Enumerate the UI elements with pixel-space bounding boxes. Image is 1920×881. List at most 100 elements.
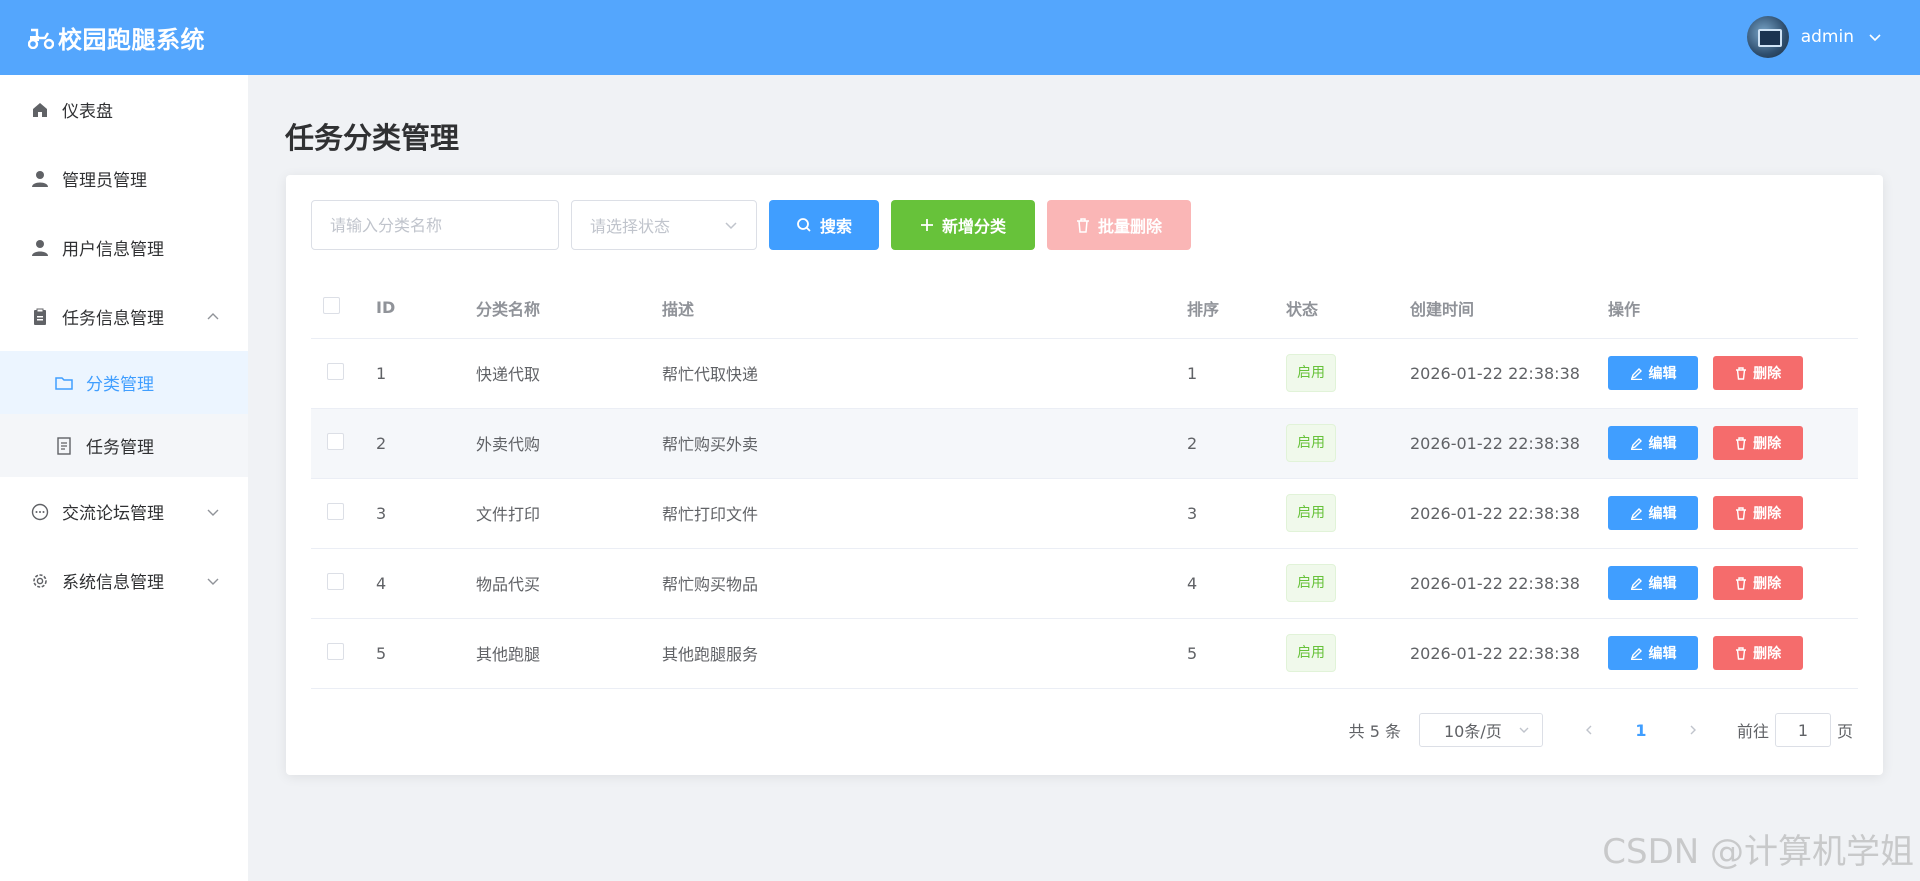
home-icon — [30, 100, 50, 120]
edit-button[interactable]: 编辑 — [1608, 636, 1698, 670]
trash-icon — [1736, 436, 1747, 450]
sidebar-item-forum[interactable]: 交流论坛管理 — [0, 477, 248, 546]
page-size-select[interactable]: 10条/页 — [1418, 713, 1543, 747]
delete-label: 删除 — [1753, 436, 1782, 452]
cell-actions: 编辑 删除 — [1608, 478, 1858, 549]
status-badge: 启用 — [1286, 354, 1336, 392]
page-title: 任务分类管理 — [285, 121, 460, 155]
edit-button[interactable]: 编辑 — [1608, 426, 1698, 460]
document-icon — [54, 436, 74, 456]
category-name-input[interactable] — [311, 200, 559, 250]
row-checkbox[interactable] — [327, 502, 344, 520]
sidebar-item-label: 任务信息管理 — [62, 309, 164, 329]
cell-id: 3 — [376, 478, 476, 549]
col-actions: 操作 — [1608, 278, 1858, 339]
cell-actions: 编辑 删除 — [1608, 408, 1858, 479]
next-page-button[interactable] — [1677, 721, 1709, 740]
delete-label: 删除 — [1753, 646, 1782, 662]
brand[interactable]: 校园跑腿系统 — [28, 20, 205, 55]
edit-icon — [1630, 367, 1642, 380]
sidebar: 仪表盘 管理员管理 用户信息管理 任务信息管理 分类管理 任务管理 交流论坛管理… — [0, 75, 248, 881]
col-created: 创建时间 — [1410, 278, 1608, 339]
status-select-placeholder: 请选择状态 — [590, 217, 671, 236]
sidebar-item-label: 任务管理 — [86, 438, 154, 458]
watermark: CSDN @计算机学姐 — [1602, 832, 1914, 872]
cell-name: 其他跑腿 — [476, 618, 662, 689]
row-checkbox[interactable] — [327, 572, 344, 590]
delete-button[interactable]: 删除 — [1713, 426, 1804, 460]
batch-delete-label: 批量删除 — [1097, 219, 1162, 236]
chevron-down-icon — [1519, 727, 1529, 733]
search-button[interactable]: 搜索 — [769, 200, 879, 250]
cell-name: 外卖代购 — [476, 408, 662, 479]
cell-status: 启用 — [1286, 548, 1410, 619]
delete-label: 删除 — [1753, 576, 1782, 592]
add-category-button[interactable]: 新增分类 — [891, 200, 1035, 250]
status-select[interactable]: 请选择状态 — [571, 200, 757, 250]
app-title: 校园跑腿系统 — [58, 26, 205, 54]
avatar[interactable] — [1746, 16, 1789, 58]
chevron-left-icon — [1585, 725, 1592, 734]
trash-icon — [1736, 646, 1747, 660]
cell-status: 启用 — [1286, 408, 1410, 479]
row-select-cell — [311, 478, 376, 549]
username: admin — [1800, 27, 1854, 47]
cell-desc: 帮忙购买物品 — [662, 548, 1187, 619]
content-card: 请选择状态 搜索 新增分类 批量删除 ID 分类名称 描述 排序 状态 创建时间 — [286, 175, 1883, 775]
delete-button[interactable]: 删除 — [1713, 636, 1804, 670]
status-badge: 启用 — [1286, 494, 1336, 532]
cell-status: 启用 — [1286, 618, 1410, 689]
page-number-current[interactable]: 1 — [1625, 721, 1657, 740]
row-checkbox[interactable] — [327, 432, 344, 450]
cell-desc: 帮忙购买外卖 — [662, 408, 1187, 479]
cell-sort: 4 — [1187, 548, 1286, 619]
edit-button[interactable]: 编辑 — [1608, 496, 1698, 530]
cell-desc: 帮忙代取快递 — [662, 338, 1187, 409]
delete-button[interactable]: 删除 — [1713, 356, 1804, 390]
chevron-up-icon — [207, 312, 219, 319]
sidebar-item-task-manage[interactable]: 任务管理 — [0, 414, 248, 477]
sidebar-item-users[interactable]: 用户信息管理 — [0, 213, 248, 282]
user-menu[interactable]: admin — [1746, 16, 1882, 58]
goto-page-input[interactable]: 1 — [1774, 713, 1831, 747]
sidebar-item-tasks[interactable]: 任务信息管理 — [0, 282, 248, 351]
delete-button[interactable]: 删除 — [1713, 566, 1804, 600]
cell-sort: 2 — [1187, 408, 1286, 479]
chevron-down-icon — [725, 222, 737, 230]
sidebar-item-admin[interactable]: 管理员管理 — [0, 144, 248, 213]
table-row: 5 其他跑腿 其他跑腿服务 5 启用 2026-01-22 22:38:38 编… — [311, 618, 1858, 689]
edit-button[interactable]: 编辑 — [1608, 566, 1698, 600]
folder-icon — [54, 373, 74, 393]
batch-delete-button[interactable]: 批量删除 — [1047, 200, 1191, 250]
sidebar-item-label: 用户信息管理 — [62, 240, 164, 260]
cell-id: 4 — [376, 548, 476, 619]
cell-sort: 3 — [1187, 478, 1286, 549]
cell-desc: 帮忙打印文件 — [662, 478, 1187, 549]
user-icon — [30, 169, 50, 189]
status-badge: 启用 — [1286, 424, 1336, 462]
cell-actions: 编辑 删除 — [1608, 338, 1858, 409]
row-checkbox[interactable] — [327, 642, 344, 660]
cell-created: 2026-01-22 22:38:38 — [1410, 338, 1608, 409]
delete-label: 删除 — [1753, 506, 1782, 522]
sidebar-item-label: 管理员管理 — [62, 171, 147, 191]
select-all-checkbox[interactable] — [323, 297, 340, 315]
sidebar-item-category[interactable]: 分类管理 — [0, 351, 248, 414]
sidebar-item-system[interactable]: 系统信息管理 — [0, 546, 248, 615]
edit-button[interactable]: 编辑 — [1608, 356, 1698, 390]
edit-icon — [1630, 507, 1642, 520]
sidebar-item-dashboard[interactable]: 仪表盘 — [0, 75, 248, 144]
select-all-cell — [311, 278, 376, 339]
scooter-icon — [28, 28, 54, 49]
search-icon — [797, 218, 811, 232]
pagination: 共 5 条 10条/页 1 前往 1 页 — [1349, 713, 1853, 747]
table-row: 3 文件打印 帮忙打印文件 3 启用 2026-01-22 22:38:38 编… — [311, 478, 1858, 549]
goto-suffix: 页 — [1836, 722, 1853, 741]
row-checkbox[interactable] — [327, 362, 344, 380]
cell-created: 2026-01-22 22:38:38 — [1410, 618, 1608, 689]
delete-button[interactable]: 删除 — [1713, 496, 1804, 530]
cell-created: 2026-01-22 22:38:38 — [1410, 408, 1608, 479]
top-header: 校园跑腿系统 admin — [0, 0, 1920, 75]
cell-name: 文件打印 — [476, 478, 662, 549]
prev-page-button[interactable] — [1573, 721, 1605, 740]
